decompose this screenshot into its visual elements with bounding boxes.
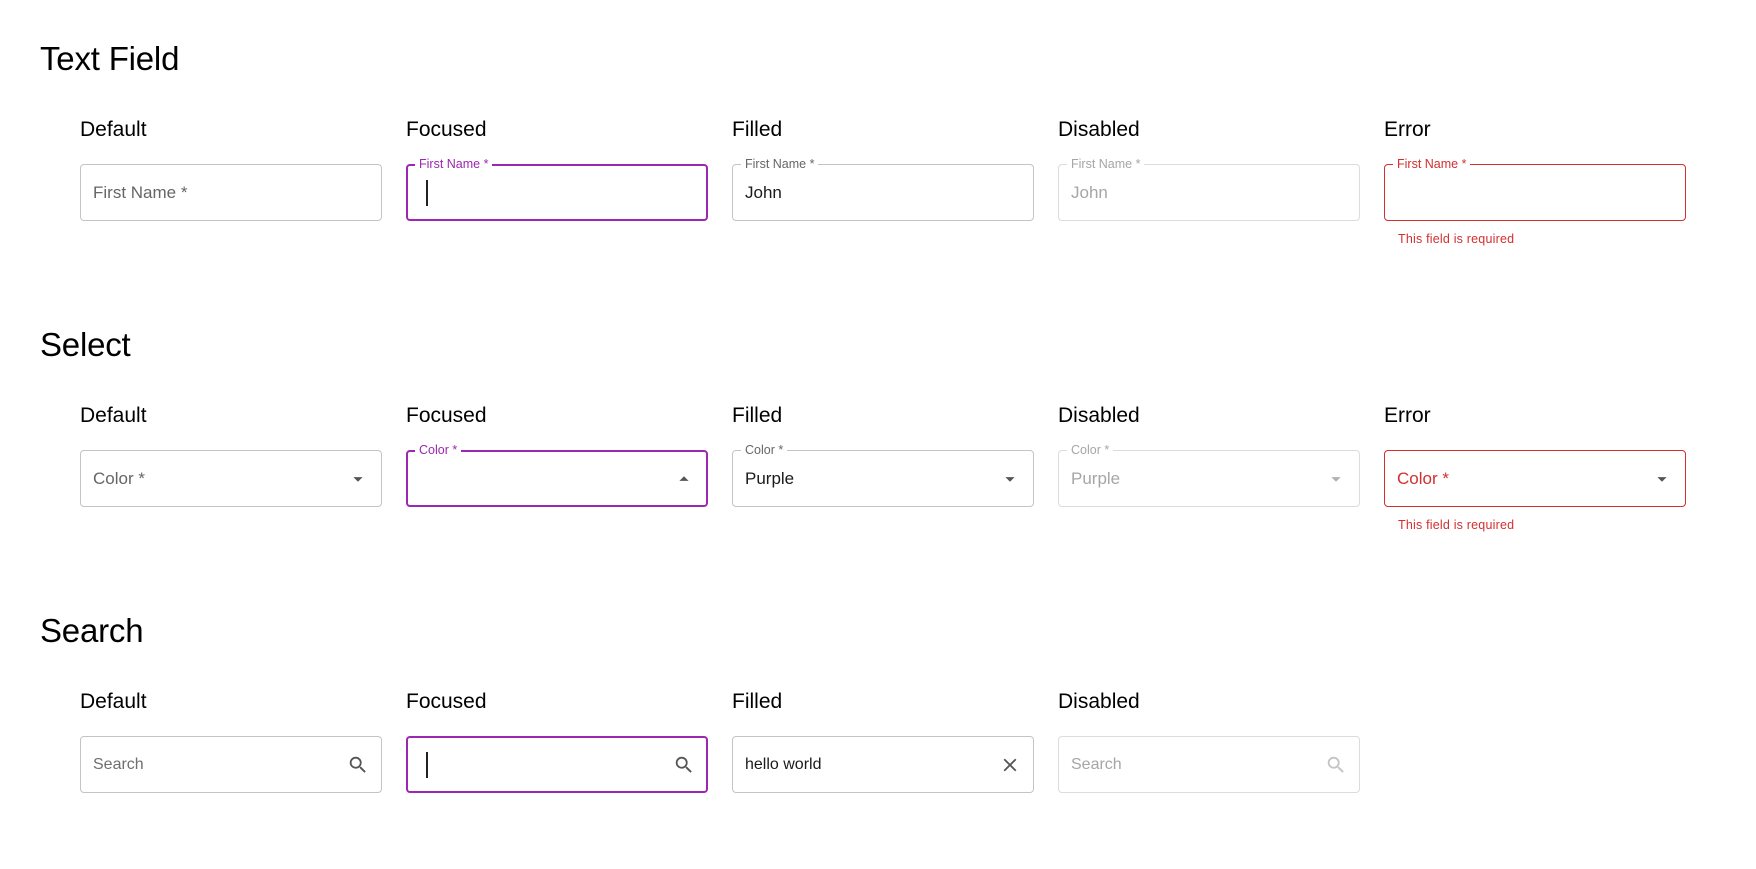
first-name-field-focused[interactable]: First Name * — [406, 156, 708, 221]
placeholder: Search — [1071, 756, 1122, 773]
select-section-title: Select — [40, 326, 131, 363]
state-label: Disabled — [1058, 118, 1140, 141]
search-input-filled[interactable]: hello world — [732, 736, 1034, 793]
state-label: Disabled — [1058, 404, 1140, 427]
arrow-drop-down-icon — [1325, 468, 1347, 490]
placeholder: Search — [93, 756, 144, 773]
state-label: Default — [80, 118, 147, 141]
close-icon[interactable] — [999, 754, 1021, 776]
floating-label: First Name * — [741, 156, 819, 172]
search-icon — [1325, 754, 1347, 776]
state-label: Error — [1384, 118, 1431, 141]
color-select-default[interactable]: Color * — [80, 450, 382, 507]
floating-label: Color * — [741, 442, 788, 458]
state-label: Error — [1384, 404, 1431, 427]
search-value: hello world — [745, 756, 822, 773]
search-input-focused[interactable] — [406, 736, 708, 793]
first-name-field-disabled: First Name * John — [1058, 156, 1360, 221]
search-input-default[interactable]: Search — [80, 736, 382, 793]
arrow-drop-up-icon — [673, 468, 695, 490]
state-label: Focused — [406, 404, 487, 427]
selected-value: Purple — [745, 469, 795, 488]
arrow-drop-down-icon — [999, 468, 1021, 490]
first-name-field-error[interactable]: First Name * — [1384, 156, 1686, 221]
first-name-field-default[interactable]: First Name * — [80, 164, 382, 221]
first-name-field-filled[interactable]: First Name * John — [732, 156, 1034, 221]
arrow-drop-down-icon — [1651, 468, 1673, 490]
state-label: Focused — [406, 690, 487, 713]
floating-label: Color * — [415, 442, 462, 458]
text-field-section-title: Text Field — [40, 40, 180, 77]
floating-label: First Name * — [1393, 156, 1471, 172]
floating-label: First Name * — [1067, 156, 1145, 172]
text-cursor — [426, 180, 428, 206]
placeholder: Color * — [1397, 469, 1449, 488]
state-label: Default — [80, 690, 147, 713]
arrow-drop-down-icon — [347, 468, 369, 490]
search-input-disabled: Search — [1058, 736, 1360, 793]
state-label: Disabled — [1058, 690, 1140, 713]
state-label: Focused — [406, 118, 487, 141]
text-cursor — [426, 752, 428, 778]
search-icon[interactable] — [347, 754, 369, 776]
floating-label: Color * — [1067, 442, 1114, 458]
search-icon[interactable] — [673, 754, 695, 776]
field-value: John — [745, 183, 782, 202]
state-label: Filled — [732, 690, 783, 713]
color-select-disabled: Color * Purple — [1058, 442, 1360, 507]
color-select-focused[interactable]: Color * — [406, 442, 708, 507]
state-label: Filled — [732, 118, 783, 141]
field-value: John — [1071, 183, 1108, 202]
search-section-title: Search — [40, 612, 144, 649]
selected-value: Purple — [1071, 469, 1121, 488]
error-helper-text: This field is required — [1398, 518, 1515, 532]
error-helper-text: This field is required — [1398, 232, 1515, 246]
floating-label: First Name * — [415, 156, 493, 172]
placeholder: Color * — [93, 469, 145, 488]
placeholder: First Name * — [93, 183, 188, 202]
color-select-error[interactable]: Color * — [1384, 450, 1686, 507]
state-label: Filled — [732, 404, 783, 427]
state-label: Default — [80, 404, 147, 427]
color-select-filled[interactable]: Color * Purple — [732, 442, 1034, 507]
